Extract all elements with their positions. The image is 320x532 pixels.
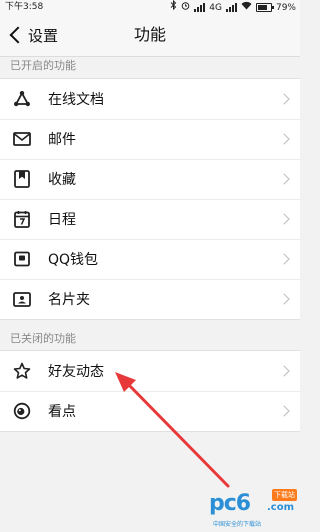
alarm-icon <box>181 1 190 15</box>
nav-bar: 功能 设置 <box>0 14 300 57</box>
chevron-right-icon <box>278 93 290 105</box>
item-label: 邮件 <box>48 132 76 148</box>
calendar-icon <box>12 209 32 229</box>
list-item-qq-wallet[interactable]: QQ钱包 <box>0 239 300 279</box>
item-label: 收藏 <box>48 172 76 188</box>
list-item-kandian[interactable]: 看点 <box>0 391 300 431</box>
online-doc-icon <box>12 89 32 109</box>
wifi-icon <box>241 1 252 15</box>
chevron-right-icon <box>278 405 290 417</box>
item-label: 在线文档 <box>48 92 104 108</box>
section-header-disabled: 已关闭的功能 <box>10 332 76 345</box>
back-label: 设置 <box>28 26 59 45</box>
bluetooth-icon <box>170 0 177 15</box>
signal-icon <box>194 3 206 12</box>
screen: 下午3:58 4G 79% 功能 设置 已开启的功能 在线文档 邮件 收藏 日程… <box>0 0 300 532</box>
watermark-badge: 下载站 <box>272 489 297 501</box>
pc6-watermark-logo: pc6 .com 下载站 中国安全的下载站 <box>209 489 297 529</box>
battery-icon <box>255 3 274 12</box>
business-card-icon <box>12 289 32 309</box>
list-item-online-doc[interactable]: 在线文档 <box>0 79 300 119</box>
disabled-features-list: 好友动态 看点 <box>0 350 300 432</box>
item-label: 好友动态 <box>48 364 104 380</box>
section-header-enabled: 已开启的功能 <box>10 59 76 72</box>
eye-icon <box>12 401 32 421</box>
chevron-right-icon <box>278 253 290 265</box>
enabled-features-list: 在线文档 邮件 收藏 日程 QQ钱包 名片夹 <box>0 78 300 320</box>
battery-percent: 79% <box>275 2 296 13</box>
favorites-icon <box>12 169 32 189</box>
item-label: 看点 <box>48 404 76 420</box>
watermark-domain: .com <box>267 502 295 513</box>
wallet-icon <box>12 249 32 269</box>
network-type: 4G <box>209 2 222 13</box>
list-item-calendar[interactable]: 日程 <box>0 199 300 239</box>
status-bar: 下午3:58 4G 79% <box>0 0 300 14</box>
chevron-right-icon <box>278 293 290 305</box>
list-item-friend-updates[interactable]: 好友动态 <box>0 351 300 391</box>
list-item-business-cards[interactable]: 名片夹 <box>0 279 300 319</box>
watermark-logo-text: pc6 <box>209 491 251 516</box>
back-button[interactable]: 设置 <box>6 21 58 49</box>
list-item-favorites[interactable]: 收藏 <box>0 159 300 199</box>
chevron-right-icon <box>278 213 290 225</box>
chevron-left-icon <box>9 26 27 44</box>
status-icons: 4G 79% <box>170 0 296 15</box>
star-icon <box>12 361 32 381</box>
status-time: 下午3:58 <box>5 2 44 12</box>
chevron-right-icon <box>278 133 290 145</box>
item-label: 日程 <box>48 212 76 228</box>
chevron-right-icon <box>278 173 290 185</box>
signal-icon-2 <box>225 3 237 12</box>
chevron-right-icon <box>278 365 290 377</box>
list-item-mail[interactable]: 邮件 <box>0 119 300 159</box>
watermark-slogan: 中国安全的下载站 <box>213 521 262 528</box>
item-label: 名片夹 <box>48 292 90 308</box>
item-label: QQ钱包 <box>48 252 99 268</box>
mail-icon <box>12 129 32 149</box>
watermark-logo: pc6 <box>209 491 251 516</box>
